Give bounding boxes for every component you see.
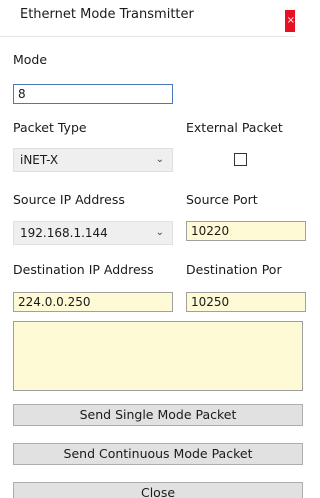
- window-close-button[interactable]: ×: [285, 10, 295, 32]
- destination-port-input[interactable]: 10250: [186, 292, 306, 312]
- source-port-input[interactable]: 10220: [186, 221, 306, 241]
- source-ip-select[interactable]: 192.168.1.144 ⌄: [13, 221, 173, 245]
- destination-ip-input[interactable]: 224.0.0.250: [13, 292, 173, 312]
- source-port-label: Source Port: [186, 192, 258, 207]
- mode-input[interactable]: 8: [13, 84, 173, 104]
- chevron-down-icon: ⌄: [155, 227, 164, 238]
- send-single-mode-packet-button[interactable]: Send Single Mode Packet: [13, 404, 303, 426]
- external-packet-label: External Packet: [186, 120, 283, 135]
- packet-type-selected-value: iNET-X: [20, 153, 59, 167]
- destination-ip-label: Destination IP Address: [13, 262, 154, 277]
- packet-type-select[interactable]: iNET-X ⌄: [13, 148, 173, 172]
- chevron-down-icon: ⌄: [155, 154, 164, 165]
- mode-label: Mode: [13, 52, 48, 67]
- external-packet-checkbox[interactable]: [234, 153, 247, 166]
- close-button[interactable]: Close: [13, 482, 303, 498]
- source-ip-selected-value: 192.168.1.144: [20, 226, 108, 240]
- ethernet-mode-transmitter-window: Ethernet Mode Transmitter × Mode 8 Packe…: [0, 0, 306, 498]
- title-bar: Ethernet Mode Transmitter ×: [0, 0, 295, 37]
- destination-port-label: Destination Por: [186, 262, 282, 277]
- packet-type-label: Packet Type: [13, 120, 87, 135]
- send-continuous-mode-packet-button[interactable]: Send Continuous Mode Packet: [13, 443, 303, 465]
- status-textarea[interactable]: [13, 321, 303, 391]
- window-title: Ethernet Mode Transmitter: [20, 7, 194, 22]
- source-ip-label: Source IP Address: [13, 192, 125, 207]
